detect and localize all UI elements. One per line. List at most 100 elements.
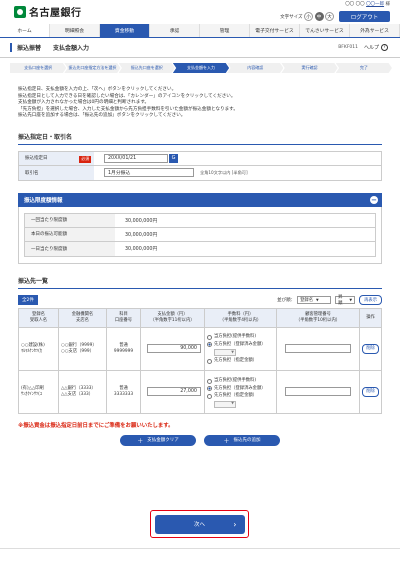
radio-circle — [207, 358, 212, 364]
section-title: 振込先一覧 — [18, 276, 382, 289]
page-subtitle: 支払金額入力 — [53, 45, 90, 52]
col-header-line: （半角数字4桁以内） — [219, 317, 262, 323]
nav-forex[interactable]: 外為サービス — [350, 24, 400, 37]
nav-funds-transfer[interactable]: 資金移動 — [100, 24, 150, 37]
payee-name-cell: (有)△△印刷 ｻﾝｶｸｲﾝｻﾂ(ﾕ — [18, 369, 59, 414]
fee-radio-ours[interactable]: 当方負担(提供手数料) — [207, 378, 274, 384]
transfer-date-input[interactable]: 20XX/01/21 — [104, 153, 168, 163]
approval-label: 承認 — [169, 29, 180, 34]
nav-management[interactable]: 管理 — [200, 24, 250, 37]
date-label-text: 振込指定日 — [25, 156, 48, 162]
font-size-large[interactable]: 大 — [325, 12, 334, 21]
nav-home[interactable]: ホーム — [0, 24, 50, 37]
transfer-date-section: 振込指定日・取引名 振込指定日 必須 20XX/01/21 G 取引名 1月分振込… — [18, 132, 382, 181]
customer-number-input[interactable] — [285, 344, 351, 354]
limit-row: 本日の振込可能額 30,000,000円 — [25, 227, 375, 242]
clear-amount-label: 支払金額クリア — [147, 438, 179, 444]
fee-radio-specified[interactable]: 先方負担（指定金額） — [207, 393, 274, 399]
total-count-badge: 全2件 — [18, 294, 38, 305]
bank-logo[interactable]: 名古屋銀行 — [14, 4, 82, 19]
nav-approval[interactable]: 承認 — [150, 24, 200, 37]
col-header: 登録名 受取人名 — [18, 307, 59, 328]
calendar-icon[interactable]: G — [169, 153, 178, 163]
fee-radio-ours[interactable]: 当方負担(提供手数料) — [207, 334, 274, 340]
payee-name-cell: ○○建設(株) ﾏﾙﾏﾙｹﾝｾﾂ(ｶ — [18, 326, 59, 371]
collapse-icon[interactable]: − — [370, 195, 378, 204]
sort-key-select[interactable]: 登録名 ▼ — [297, 295, 332, 304]
col-header: 顧客管理番号 （半角数字10桁以内） — [276, 307, 360, 328]
plus-icon: ＋ — [137, 437, 144, 445]
account-number: 9999999 — [113, 348, 134, 354]
user-suffix: 様 — [385, 2, 391, 7]
nav-statements[interactable]: 明細照会 — [50, 24, 100, 37]
radio-circle-selected — [207, 386, 212, 392]
radio-circle — [207, 334, 212, 340]
col-header: 金融機関名 支店名 — [58, 307, 107, 328]
section-title: 振込指定日・取引名 — [18, 132, 382, 145]
font-size-medium[interactable]: 中 — [314, 12, 324, 21]
sort-order-select[interactable]: 昇順 ▼ — [335, 295, 356, 306]
fee-radio-specified[interactable]: 先方負担（指定金額） — [207, 358, 274, 364]
delete-button[interactable]: 削除 — [362, 387, 379, 397]
payment-amount-input[interactable]: 27,000 — [147, 387, 201, 397]
help-link[interactable]: ヘルプ? — [364, 44, 388, 51]
nav-densai[interactable]: でんさいサービス — [300, 24, 350, 37]
logout-button[interactable]: ログアウト — [339, 11, 390, 22]
next-label: 次へ — [193, 522, 205, 528]
font-size-label: 文字サイズ — [280, 14, 303, 20]
font-size-small[interactable]: 小 — [304, 12, 313, 21]
account-cell: 普通 9999999 — [106, 326, 141, 371]
limit-label: 一日当たり限度額 — [25, 241, 115, 256]
nav-e-delivery[interactable]: 電子交付サービス — [250, 24, 300, 37]
col-header: 操作 — [359, 307, 382, 328]
help-label: ヘルプ — [363, 45, 379, 51]
amount-cell: 27,000 — [140, 369, 205, 414]
instruction-line: 支払金額が入力されなかった場合は0円の明細と判断されます。 — [18, 100, 150, 106]
redisplay-button[interactable]: 再表示 — [359, 294, 382, 305]
transaction-name-input[interactable]: 1月分振込 — [104, 168, 194, 178]
fee-radio-registered[interactable]: 先方負担（登録済み金額） — [207, 386, 274, 392]
delete-button[interactable]: 削除 — [362, 344, 379, 354]
screen-code: BFKF011 — [338, 45, 358, 50]
branch-name: △△支店（333） — [61, 391, 93, 397]
limits-accordion-header[interactable]: 振込限度額情報 − — [18, 192, 382, 207]
payee-table: 登録名 受取人名 金融機関名 支店名 科目 口座番号 支払金額（円） （半角数字11桁以… — [18, 307, 382, 414]
step-3: 振込先口座を選択 — [118, 63, 175, 73]
operation-cell: 削除 — [359, 326, 382, 371]
action-buttons: ＋支払金額クリア ＋振込先の追加 — [0, 434, 400, 446]
payment-amount-input[interactable]: 90,000 — [147, 344, 201, 354]
bank-name: 名古屋銀行 — [29, 8, 82, 19]
fee-radio-registered[interactable]: 先方負担（登録済み金額） — [207, 342, 274, 348]
page-title-bar: 振込振替 支払金額入力 BFKF011 ヘルプ? — [0, 38, 400, 58]
limit-row: 一回当たり限度額 30,000,000円 — [25, 213, 375, 228]
limits-panel: 一回当たり限度額 30,000,000円 本日の振込可能額 30,000,000円 … — [18, 206, 382, 264]
radio-label: 先方負担（登録済み金額） — [214, 385, 266, 391]
customer-number-input[interactable] — [285, 387, 351, 397]
account-number: 3333333 — [113, 391, 134, 397]
global-nav: ホーム 明細照会 資金移動 承認 管理 電子交付サービス でんさいサービス 外為… — [0, 24, 400, 38]
header: 名古屋銀行 〇〇 〇〇 〇〇一郎 様 文字サイズ 小 中 大 ログアウト — [0, 0, 400, 24]
footer-divider — [0, 548, 400, 549]
page-title: 振込振替 — [17, 45, 42, 52]
user-prefix: 〇〇 〇〇 — [345, 2, 365, 7]
next-button[interactable]: 次へ › — [154, 514, 245, 534]
customer-number-cell — [276, 326, 360, 371]
col-header: 科目 口座番号 — [106, 307, 141, 328]
radio-label: 先方負担（指定金額） — [214, 358, 257, 364]
name-value-cell: 1月分振込 全角10文字以内 [半角可] — [94, 166, 381, 180]
user-name-link[interactable]: 〇〇一郎 — [366, 2, 384, 7]
fee-cell: 当方負担(提供手数料) 先方負担（登録済み金額） 先方負担（指定金額） ▼ — [204, 369, 277, 414]
step-1: 支払口座を選択 — [10, 63, 67, 73]
required-badge: 必須 — [79, 155, 91, 163]
clear-amount-button[interactable]: ＋支払金額クリア — [120, 434, 196, 446]
help-icon: ? — [381, 44, 388, 51]
radio-circle — [207, 393, 212, 399]
col-header-line: （半角数字10桁以内） — [295, 317, 341, 323]
name-row: 取引名 1月分振込 全角10文字以内 [半角可] — [19, 165, 381, 180]
statements-label: 明細照会 — [64, 29, 85, 34]
plus-icon: ＋ — [223, 437, 230, 445]
payee-section: 振込先一覧 全2件 並び順： 登録名 ▼ 昇順 ▼ 再表示 登録名 受取人名 金融機関… — [18, 276, 382, 414]
funding-warning: ※振込資金は振込指定日前日までにご準備をお願いいたします。 — [18, 422, 174, 429]
add-payee-button[interactable]: ＋振込先の追加 — [204, 434, 280, 446]
date-row: 振込指定日 必須 20XX/01/21 G — [19, 151, 381, 166]
